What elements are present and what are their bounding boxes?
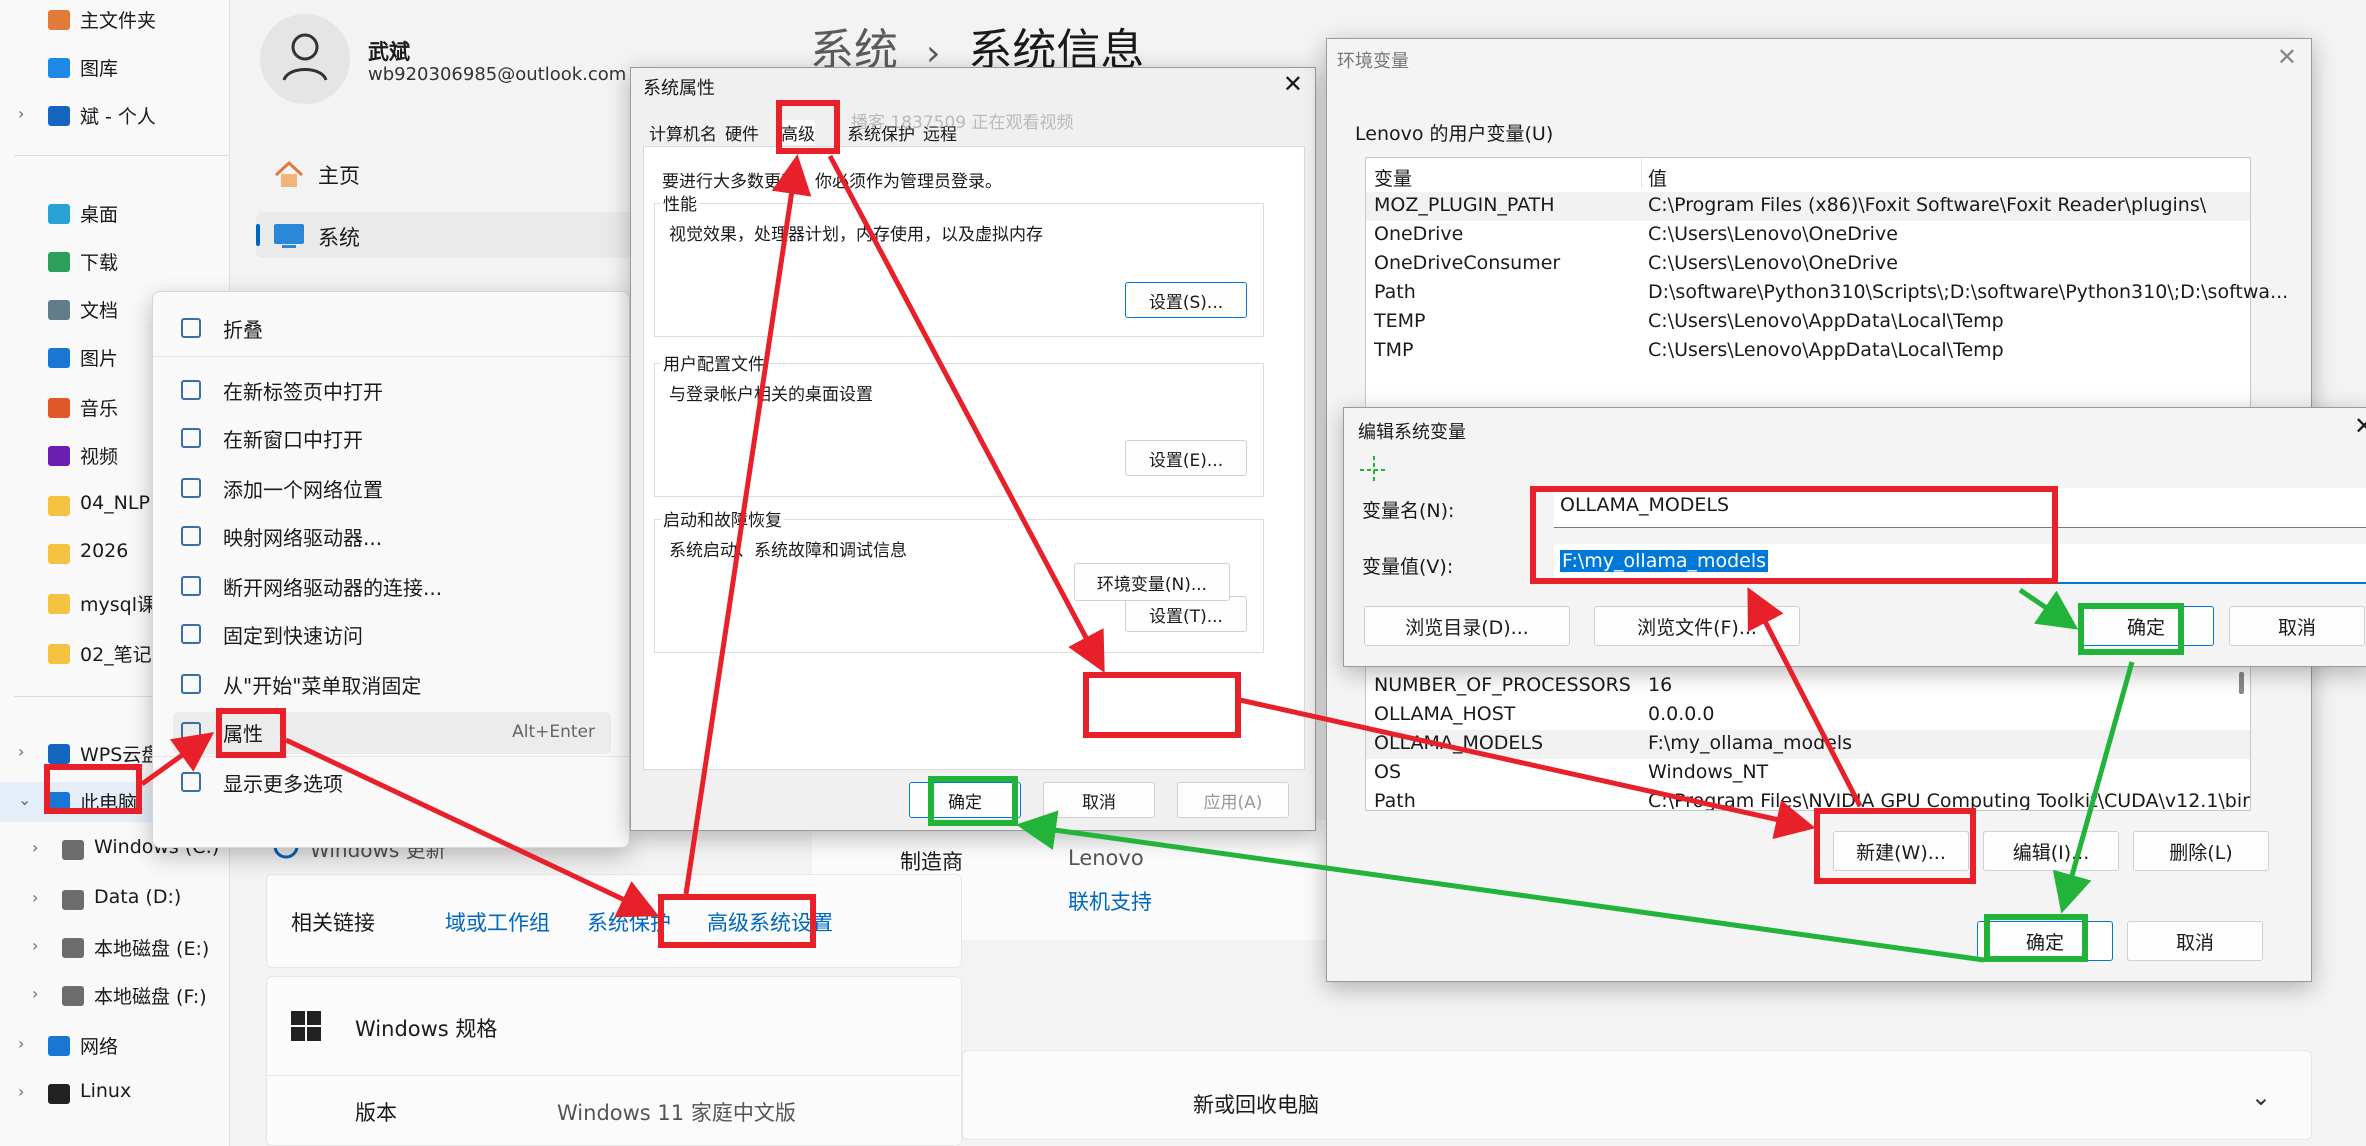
arrow-properties-to-advanced xyxy=(284,737,660,918)
arrow-editok-to-envok xyxy=(2052,661,2135,914)
arrow-advanced-to-tab xyxy=(683,154,812,895)
arrow-envok-to-sysok xyxy=(1016,810,1985,963)
arrow-env-to-new xyxy=(1239,697,1816,840)
arrow-thispc-to-properties xyxy=(140,732,215,787)
annotation-arrows xyxy=(140,154,2135,963)
arrow-fields-to-editok xyxy=(2018,587,2079,630)
arrow-new-to-fields xyxy=(1747,587,1863,808)
arrow-tab-to-env xyxy=(827,154,1105,673)
